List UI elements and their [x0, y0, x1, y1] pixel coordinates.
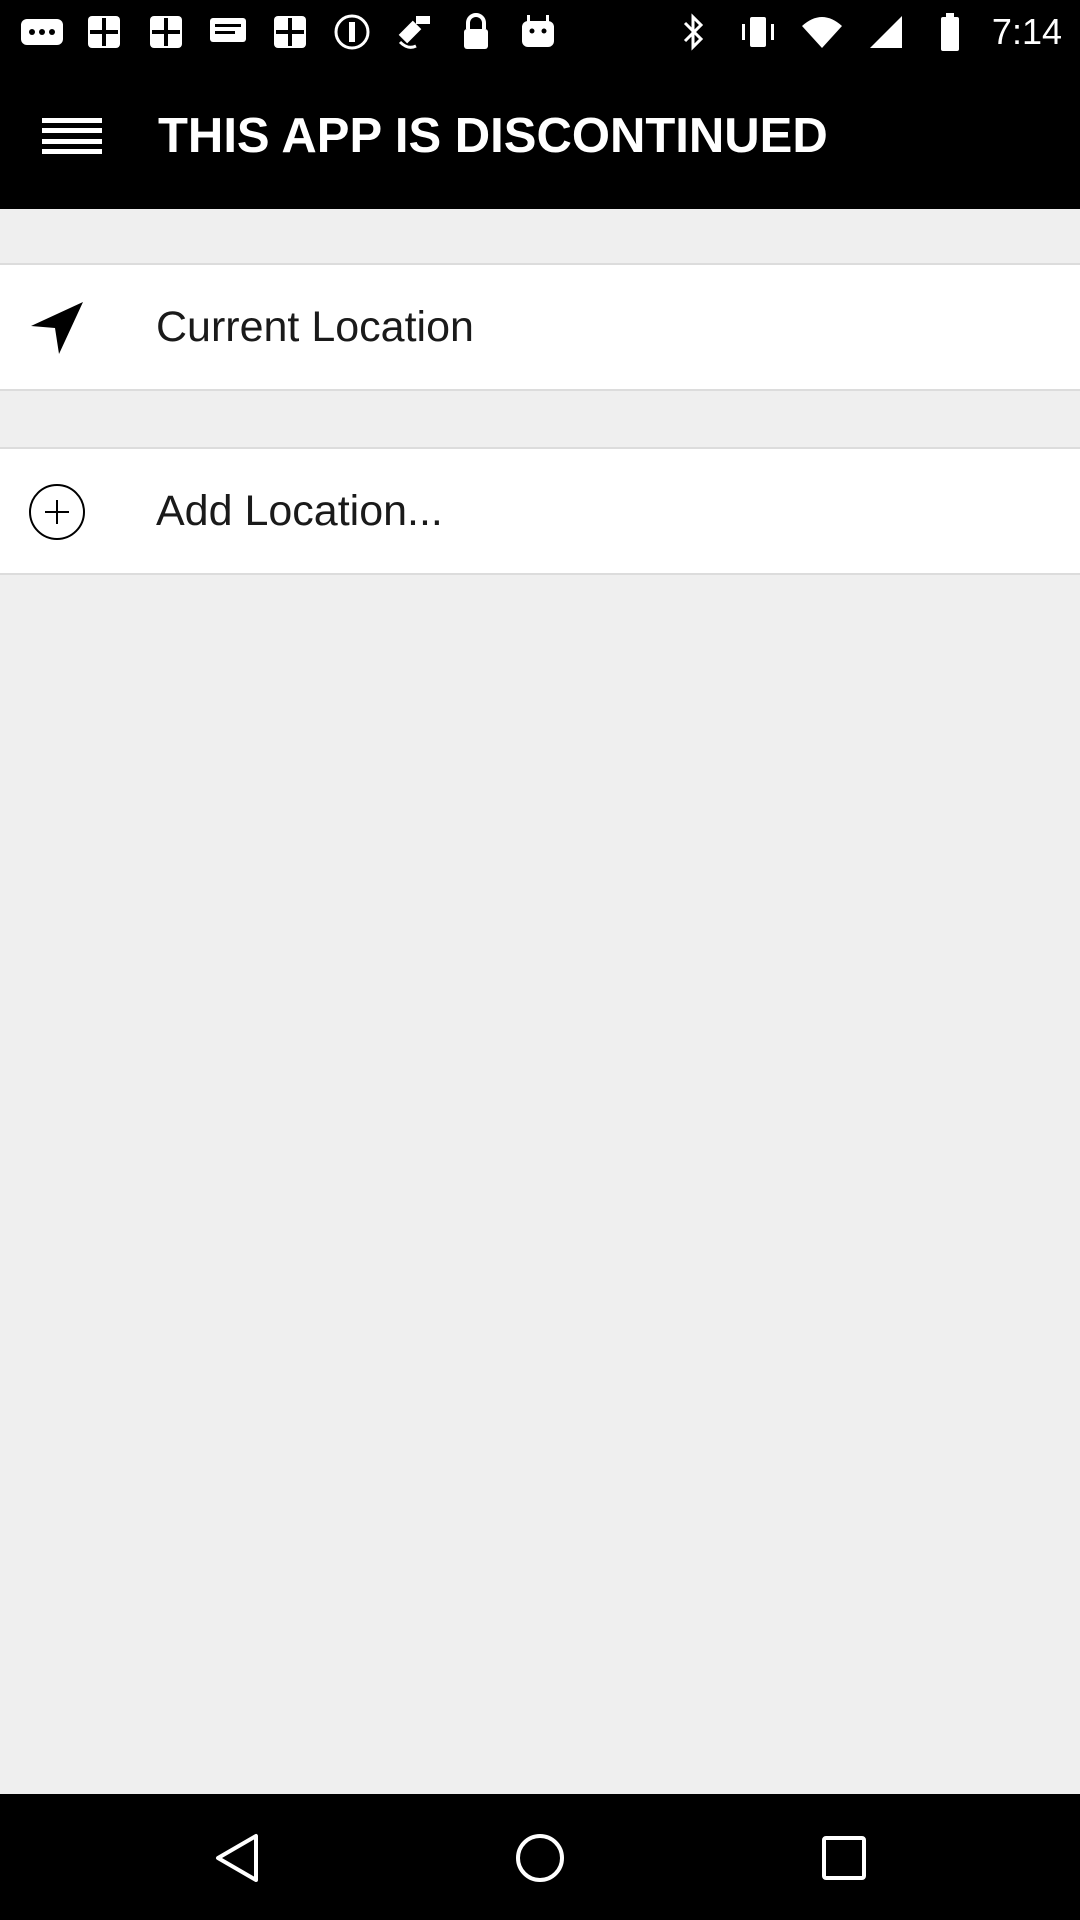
notification-icon [144, 10, 188, 54]
notification-icon [330, 10, 374, 54]
recent-apps-icon [822, 1836, 866, 1880]
more-icon [20, 10, 64, 54]
status-time: 7:14 [991, 11, 1062, 52]
home-icon [516, 1834, 564, 1882]
menu-button[interactable] [30, 101, 114, 171]
recent-apps-button[interactable] [806, 1820, 882, 1896]
wifi-icon [800, 10, 844, 54]
bluetooth-icon [672, 10, 716, 54]
back-button[interactable] [198, 1820, 274, 1896]
notification-icon [268, 10, 312, 54]
add-location-item[interactable]: Add Location... [0, 447, 1080, 575]
status-bar-system: 7:14 [672, 10, 1062, 54]
vibrate-icon [736, 10, 780, 54]
current-location-item[interactable]: Current Location [0, 263, 1080, 391]
add-circle-icon [24, 479, 90, 545]
android-icon [516, 10, 560, 54]
page-title: THIS APP IS DISCONTINUED [158, 109, 828, 163]
current-location-label: Current Location [156, 303, 474, 351]
battery-icon [928, 10, 972, 54]
navigation-arrow-icon [24, 295, 90, 361]
app-bar: THIS APP IS DISCONTINUED [0, 63, 1080, 209]
status-bar: 7:14 [0, 0, 1080, 63]
home-button[interactable] [502, 1820, 578, 1896]
message-icon [206, 10, 250, 54]
navigation-bar [0, 1794, 1080, 1920]
status-bar-notifications [20, 10, 560, 54]
back-icon [216, 1834, 258, 1882]
notification-icon [82, 10, 126, 54]
fake-gps-icon [392, 10, 436, 54]
add-location-label: Add Location... [156, 487, 443, 535]
signal-icon [864, 10, 908, 54]
lock-icon [454, 10, 498, 54]
menu-icon [42, 118, 102, 154]
